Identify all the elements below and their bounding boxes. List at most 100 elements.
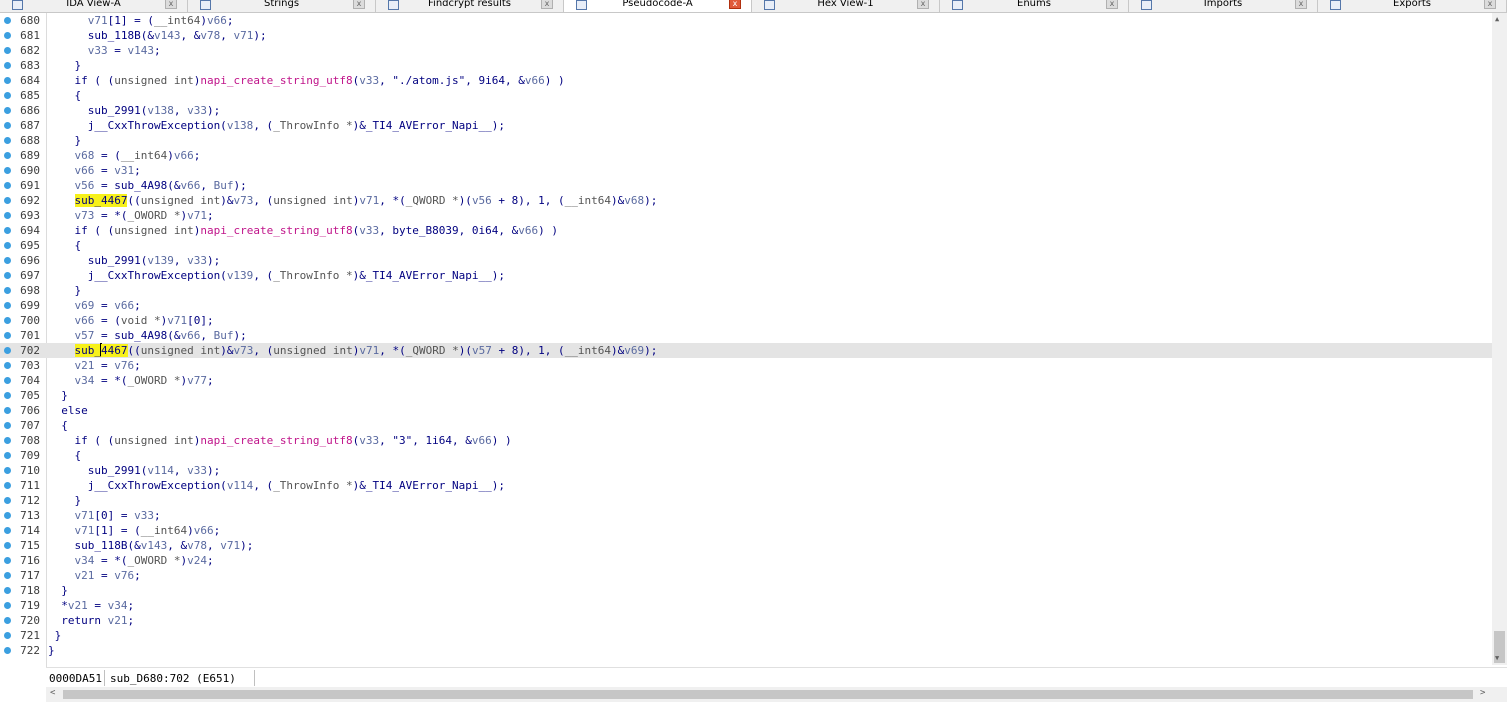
breakpoint-marker-icon[interactable]: [4, 647, 11, 654]
pseudocode-editor[interactable]: 680 v71[1] = (__int64)v66; 681 sub_118B(&…: [0, 13, 1492, 665]
breakpoint-marker-icon[interactable]: [4, 47, 11, 54]
breakpoint-marker-icon[interactable]: [4, 167, 11, 174]
code-line[interactable]: 698 }: [0, 283, 1492, 298]
breakpoint-marker-icon[interactable]: [4, 317, 11, 324]
breakpoint-marker-icon[interactable]: [4, 122, 11, 129]
code-line[interactable]: 714 v71[1] = (__int64)v66;: [0, 523, 1492, 538]
scroll-down-icon[interactable]: ▼: [1495, 654, 1499, 662]
breakpoint-marker-icon[interactable]: [4, 257, 11, 264]
code-text[interactable]: v66 = (void *)v71[0];: [48, 313, 214, 328]
code-line[interactable]: 709 {: [0, 448, 1492, 463]
code-text[interactable]: else: [48, 403, 88, 418]
code-text[interactable]: }: [48, 388, 68, 403]
code-text[interactable]: }: [48, 133, 81, 148]
code-text[interactable]: v69 = v66;: [48, 298, 141, 313]
horizontal-scrollbar[interactable]: < >: [46, 687, 1492, 702]
breakpoint-marker-icon[interactable]: [4, 152, 11, 159]
code-line[interactable]: 719 *v21 = v34;: [0, 598, 1492, 613]
breakpoint-marker-icon[interactable]: [4, 527, 11, 534]
tab-strings[interactable]: Strings x: [188, 0, 376, 12]
breakpoint-marker-icon[interactable]: [4, 482, 11, 489]
code-text[interactable]: if ( (unsigned int)napi_create_string_ut…: [48, 223, 558, 238]
code-line[interactable]: 710 sub_2991(v114, v33);: [0, 463, 1492, 478]
breakpoint-marker-icon[interactable]: [4, 512, 11, 519]
breakpoint-marker-icon[interactable]: [4, 557, 11, 564]
tab-imports[interactable]: Imports x: [1129, 0, 1318, 12]
code-text[interactable]: v71[1] = (__int64)v66;: [48, 13, 234, 28]
breakpoint-marker-icon[interactable]: [4, 272, 11, 279]
code-line[interactable]: 697 j__CxxThrowException(v139, (_ThrowIn…: [0, 268, 1492, 283]
code-line[interactable]: 713 v71[0] = v33;: [0, 508, 1492, 523]
code-line[interactable]: 722}: [0, 643, 1492, 658]
code-line[interactable]: 690 v66 = v31;: [0, 163, 1492, 178]
breakpoint-marker-icon[interactable]: [4, 197, 11, 204]
code-line[interactable]: 680 v71[1] = (__int64)v66;: [0, 13, 1492, 28]
scroll-left-icon[interactable]: <: [50, 688, 55, 698]
code-text[interactable]: sub_2991(v114, v33);: [48, 463, 220, 478]
breakpoint-marker-icon[interactable]: [4, 362, 11, 369]
code-line[interactable]: 708 if ( (unsigned int)napi_create_strin…: [0, 433, 1492, 448]
code-text[interactable]: {: [48, 88, 81, 103]
breakpoint-marker-icon[interactable]: [4, 407, 11, 414]
current-code-line[interactable]: 702 sub_4467((unsigned int)&v73, (unsign…: [0, 343, 1492, 358]
breakpoint-marker-icon[interactable]: [4, 17, 11, 24]
breakpoint-marker-icon[interactable]: [4, 137, 11, 144]
code-line[interactable]: 712 }: [0, 493, 1492, 508]
breakpoint-marker-icon[interactable]: [4, 497, 11, 504]
close-icon[interactable]: x: [1484, 0, 1496, 9]
code-line[interactable]: 691 v56 = sub_4A98(&v66, Buf);: [0, 178, 1492, 193]
code-text[interactable]: }: [48, 643, 55, 658]
close-icon[interactable]: x: [165, 0, 177, 9]
code-line[interactable]: 718 }: [0, 583, 1492, 598]
breakpoint-marker-icon[interactable]: [4, 347, 11, 354]
code-text[interactable]: v21 = v76;: [48, 568, 141, 583]
breakpoint-marker-icon[interactable]: [4, 332, 11, 339]
horizontal-scroll-thumb[interactable]: [63, 690, 1473, 699]
code-text[interactable]: v33 = v143;: [48, 43, 161, 58]
code-line[interactable]: 687 j__CxxThrowException(v138, (_ThrowIn…: [0, 118, 1492, 133]
breakpoint-marker-icon[interactable]: [4, 287, 11, 294]
code-text[interactable]: sub_4467((unsigned int)&v73, (unsigned i…: [48, 343, 657, 358]
breakpoint-marker-icon[interactable]: [4, 32, 11, 39]
code-line[interactable]: 706 else: [0, 403, 1492, 418]
code-text[interactable]: }: [48, 583, 68, 598]
code-text[interactable]: }: [48, 628, 62, 643]
code-line[interactable]: 685 {: [0, 88, 1492, 103]
code-line[interactable]: 684 if ( (unsigned int)napi_create_strin…: [0, 73, 1492, 88]
code-text[interactable]: sub_118B(&v143, &v78, v71);: [48, 28, 267, 43]
close-icon[interactable]: x: [1295, 0, 1307, 9]
breakpoint-marker-icon[interactable]: [4, 467, 11, 474]
breakpoint-marker-icon[interactable]: [4, 77, 11, 84]
code-text[interactable]: v71[0] = v33;: [48, 508, 161, 523]
scroll-up-icon[interactable]: ▲: [1495, 15, 1499, 23]
code-text[interactable]: }: [48, 283, 81, 298]
code-line[interactable]: 693 v73 = *(_OWORD *)v71;: [0, 208, 1492, 223]
code-line[interactable]: 717 v21 = v76;: [0, 568, 1492, 583]
code-line[interactable]: 695 {: [0, 238, 1492, 253]
code-text[interactable]: v68 = (__int64)v66;: [48, 148, 201, 163]
code-line[interactable]: 694 if ( (unsigned int)napi_create_strin…: [0, 223, 1492, 238]
code-line[interactable]: 696 sub_2991(v139, v33);: [0, 253, 1492, 268]
code-line[interactable]: 703 v21 = v76;: [0, 358, 1492, 373]
code-text[interactable]: {: [48, 448, 81, 463]
close-icon[interactable]: x: [917, 0, 929, 9]
code-line[interactable]: 720 return v21;: [0, 613, 1492, 628]
vertical-scrollbar[interactable]: ▲ ▼: [1492, 13, 1507, 665]
breakpoint-marker-icon[interactable]: [4, 62, 11, 69]
code-line[interactable]: 682 v33 = v143;: [0, 43, 1492, 58]
code-line[interactable]: 711 j__CxxThrowException(v114, (_ThrowIn…: [0, 478, 1492, 493]
close-icon[interactable]: x: [541, 0, 553, 9]
code-line[interactable]: 689 v68 = (__int64)v66;: [0, 148, 1492, 163]
code-line[interactable]: 721 }: [0, 628, 1492, 643]
scroll-right-icon[interactable]: >: [1480, 688, 1485, 698]
close-icon[interactable]: x: [1106, 0, 1118, 9]
breakpoint-marker-icon[interactable]: [4, 92, 11, 99]
close-icon[interactable]: x: [353, 0, 365, 9]
breakpoint-marker-icon[interactable]: [4, 182, 11, 189]
breakpoint-marker-icon[interactable]: [4, 392, 11, 399]
breakpoint-marker-icon[interactable]: [4, 617, 11, 624]
breakpoint-marker-icon[interactable]: [4, 452, 11, 459]
code-text[interactable]: v34 = *(_OWORD *)v77;: [48, 373, 214, 388]
code-text[interactable]: *v21 = v34;: [48, 598, 134, 613]
breakpoint-marker-icon[interactable]: [4, 377, 11, 384]
